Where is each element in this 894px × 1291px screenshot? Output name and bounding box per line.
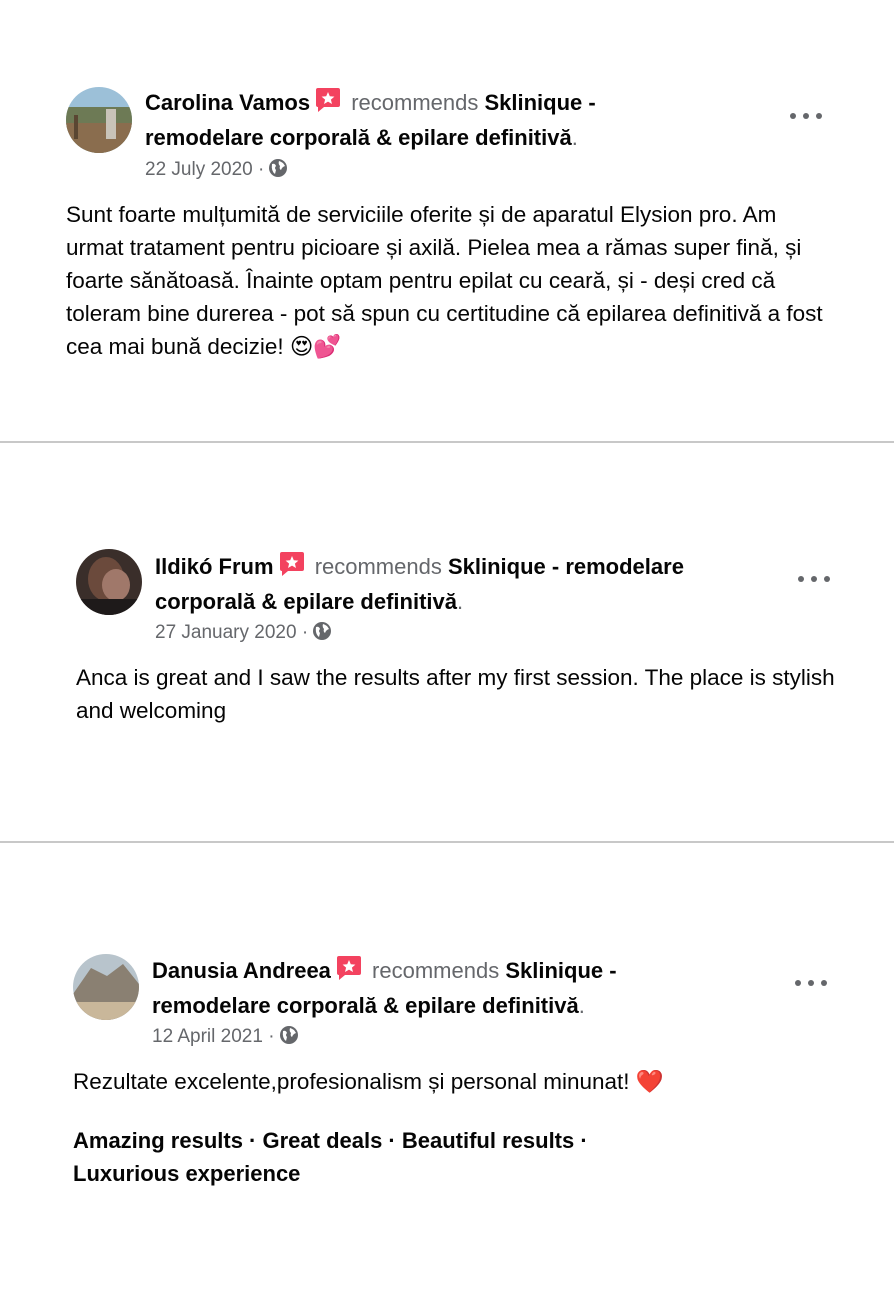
avatar[interactable]	[73, 954, 139, 1020]
period: .	[456, 589, 464, 614]
recommends-text: recommends	[372, 958, 500, 983]
review-text-content: Sunt foarte mulțumită de serviciile ofer…	[66, 202, 823, 359]
recommends-text: recommends	[314, 554, 442, 579]
avatar[interactable]	[76, 549, 142, 615]
author-name[interactable]: Danusia Andreea	[152, 958, 331, 983]
more-options-icon[interactable]	[790, 106, 822, 126]
review-text-content: Anca is great and I saw the results afte…	[76, 665, 835, 723]
review-tags-text: Amazing results · Great deals · Beautifu…	[73, 1128, 588, 1186]
review-header: Danusia Andreea recommends Sklinique - r…	[152, 955, 712, 1022]
recommends-text: recommends	[351, 90, 479, 115]
avatar[interactable]	[66, 87, 132, 153]
divider	[0, 841, 894, 843]
author-name[interactable]: Ildikó Frum	[155, 554, 274, 579]
recommend-badge-icon	[278, 551, 306, 586]
period: .	[578, 993, 585, 1018]
more-options-icon[interactable]	[798, 569, 830, 589]
date-text: 12 April 2021 ·	[152, 1026, 275, 1047]
period: .	[571, 125, 578, 150]
globe-icon	[268, 158, 288, 185]
review-tags: Amazing results · Great deals · Beautifu…	[73, 1124, 673, 1190]
date-text: 22 July 2020 ·	[145, 159, 265, 180]
recommend-badge-icon	[314, 87, 342, 122]
emoji: 😍💕	[289, 334, 342, 360]
emoji: ❤️	[635, 1069, 664, 1095]
globe-icon	[312, 621, 332, 648]
date-text: 27 January 2020 ·	[155, 622, 309, 643]
globe-icon	[279, 1025, 299, 1052]
post-date[interactable]: 12 April 2021 ·	[152, 1025, 299, 1052]
review-header: Ildikó Frum recommends Sklinique - remod…	[155, 551, 755, 618]
author-name[interactable]: Carolina Vamos	[145, 90, 310, 115]
post-date[interactable]: 27 January 2020 ·	[155, 621, 332, 648]
more-options-icon[interactable]	[795, 973, 827, 993]
review-text: Anca is great and I saw the results afte…	[76, 661, 836, 727]
divider	[0, 441, 894, 443]
recommend-badge-icon	[335, 955, 363, 990]
review-text: Sunt foarte mulțumită de serviciile ofer…	[66, 198, 836, 364]
post-date[interactable]: 22 July 2020 ·	[145, 158, 288, 185]
review-header: Carolina Vamos recommends Sklinique - re…	[145, 87, 705, 154]
review-text: Rezultate excelente,profesionalism și pe…	[73, 1065, 833, 1099]
review-text-content: Rezultate excelente,profesionalism și pe…	[73, 1069, 630, 1094]
